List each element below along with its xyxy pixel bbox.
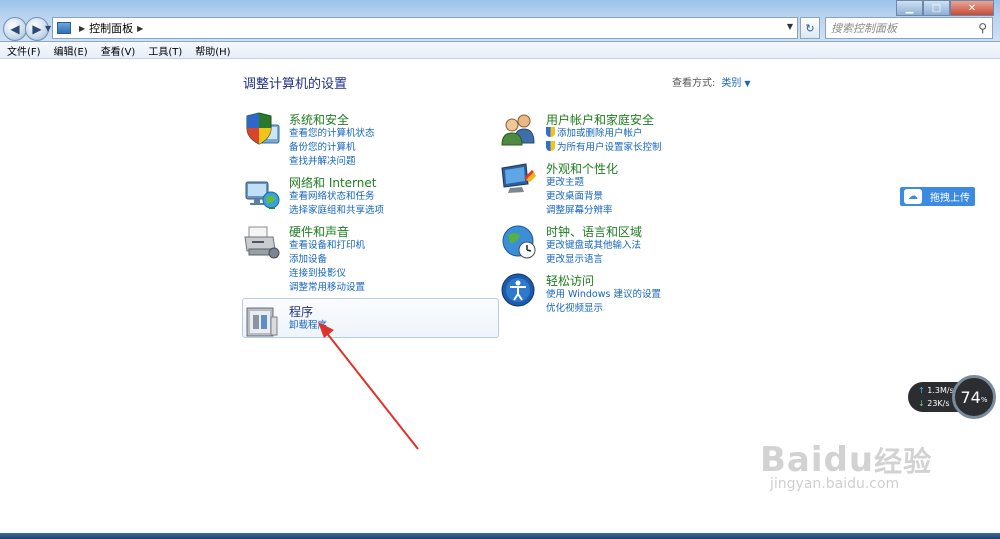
gauge-unit: % (980, 396, 988, 404)
upload-speed: ↑ 1.3M/s (918, 386, 954, 395)
upload-speed-value: 1.3M/s (927, 386, 954, 395)
arrow-down-icon: ↓ (918, 399, 925, 408)
watermark-brand: Baidu (760, 440, 875, 480)
baidu-watermark: Baidu经验 jingyan.baidu.com (760, 440, 932, 492)
drag-upload-button[interactable]: ☁ 拖拽上传 (900, 187, 975, 206)
taskbar (0, 533, 1000, 539)
gauge-value: 74 (960, 387, 981, 407)
watermark-cn: 经验 (874, 445, 933, 478)
cloud-upload-icon: ☁ (904, 189, 922, 204)
arrow-up-icon: ↑ (918, 386, 925, 395)
memory-usage-gauge[interactable]: 74% (952, 375, 996, 419)
download-speed: ↓ 23K/s (918, 399, 950, 408)
upload-label: 拖拽上传 (930, 193, 970, 204)
download-speed-value: 23K/s (927, 399, 950, 408)
